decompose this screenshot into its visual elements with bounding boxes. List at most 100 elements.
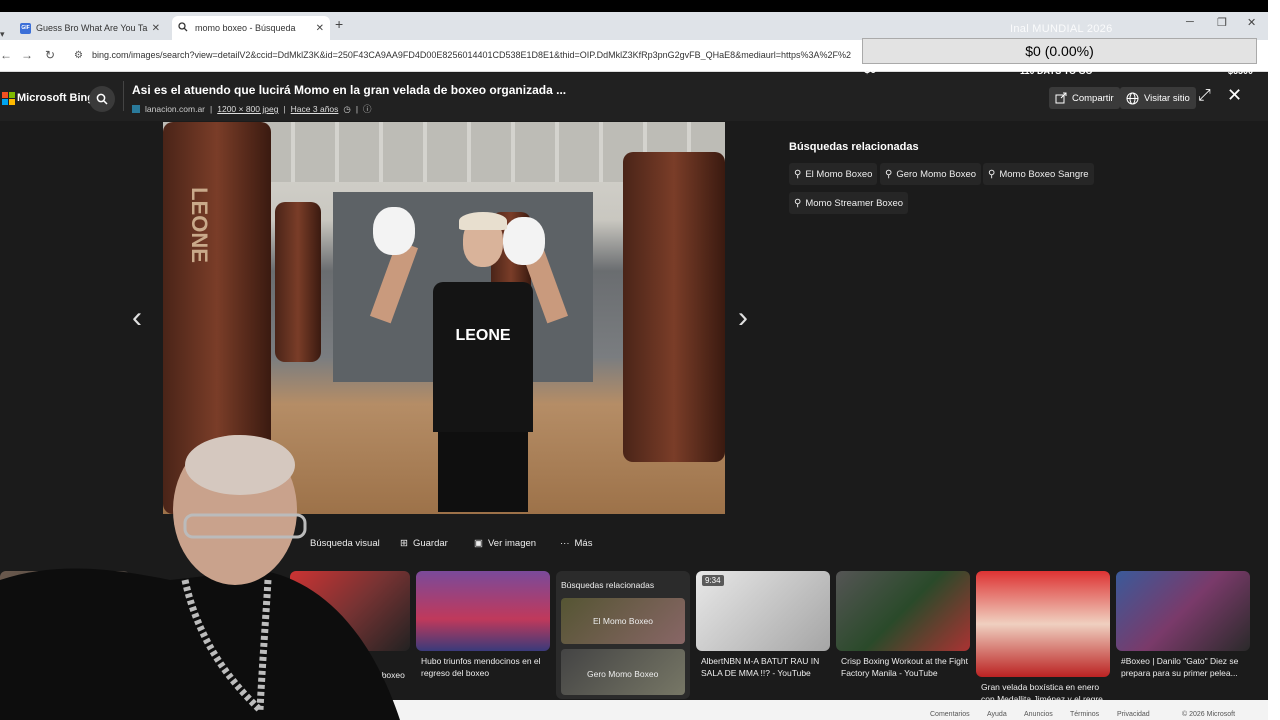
- related-panel-item-label: El Momo Boxeo: [593, 616, 653, 626]
- previous-image-icon[interactable]: ‹: [132, 301, 142, 335]
- back-icon[interactable]: ←: [0, 48, 12, 62]
- clock-icon: ◷: [343, 103, 351, 114]
- search-icon: ⚲: [988, 168, 996, 180]
- thumbnail[interactable]: [976, 571, 1110, 677]
- tab-search[interactable]: momo boxeo - Búsqueda ✕: [172, 16, 330, 40]
- search-icon: ⚲: [794, 168, 802, 180]
- more-icon: ···: [560, 538, 570, 549]
- search-button[interactable]: [89, 86, 115, 112]
- overlay-days: 110 DAYS TO GO: [1020, 66, 1093, 76]
- meta-separator: |: [283, 104, 286, 114]
- footer-copyright: © 2026 Microsoft: [1182, 711, 1236, 718]
- shirt-logo: LEONE: [455, 327, 511, 344]
- forward-icon[interactable]: →: [21, 48, 33, 62]
- related-chip[interactable]: ⚲ Momo Streamer Boxeo: [789, 192, 909, 214]
- source-favicon-icon: [132, 105, 140, 113]
- related-searches-panel: Búsquedas relacionadas El Momo Boxeo Ger…: [556, 571, 690, 699]
- tab-title: Guess Bro What Are You Talkin: [36, 23, 148, 33]
- boxer-shorts: [438, 432, 528, 512]
- more-action[interactable]: ··· Más: [560, 538, 592, 549]
- overlay-value: $0 (0.00%): [1025, 43, 1094, 59]
- tab-list-chevron-icon[interactable]: ▾: [0, 29, 5, 40]
- screen: { "browser": { "tabs": [ {"title": "Gues…: [0, 0, 1280, 720]
- related-chip[interactable]: ⚲ El Momo Boxeo: [789, 163, 878, 185]
- thumbnail-caption[interactable]: AlbertNBN M-A BATUT RAU IN SALA DE MMA !!…: [701, 655, 819, 679]
- video-duration: 9:34: [702, 575, 724, 586]
- view-image-action[interactable]: ▣ Ver imagen: [474, 538, 536, 549]
- search-icon: [96, 93, 108, 105]
- visit-label: Visitar sitio: [1144, 92, 1190, 104]
- close-viewer-icon[interactable]: ✕: [1227, 85, 1242, 106]
- chip-label: Momo Boxeo Sangre: [999, 168, 1089, 180]
- footer-link[interactable]: Anuncios: [1024, 711, 1053, 718]
- stream-overlay-progress: $0 (0.00%): [862, 38, 1257, 64]
- save-icon: ⊞: [400, 538, 408, 549]
- close-tab-icon[interactable]: ✕: [152, 23, 160, 34]
- expand-icon[interactable]: ⤢: [1198, 87, 1211, 105]
- thumbnail-caption[interactable]: Crisp Boxing Workout at the Fight Factory…: [841, 655, 968, 679]
- share-button[interactable]: Compartir: [1049, 87, 1120, 109]
- footer-link[interactable]: Ayuda: [987, 711, 1007, 718]
- gif-favicon-icon: GIF: [20, 22, 31, 34]
- minimize-icon[interactable]: ─: [1186, 16, 1194, 28]
- related-panel-item[interactable]: El Momo Boxeo: [561, 598, 685, 644]
- overlay-right-amount: $6500: [1228, 66, 1254, 76]
- stream-overlay-title: Inal MUNDIAL 2026: [1010, 23, 1113, 35]
- action-label: Más: [574, 538, 593, 549]
- new-tab-button[interactable]: +: [335, 16, 343, 32]
- action-label: Guardar: [412, 538, 448, 549]
- footer-link[interactable]: Privacidad: [1117, 711, 1150, 718]
- reload-icon[interactable]: ↻: [45, 48, 55, 62]
- meta-separator: |: [355, 104, 359, 114]
- tab-title: momo boxeo - Búsqueda: [195, 23, 296, 33]
- maximize-icon[interactable]: ❐: [1217, 16, 1227, 29]
- footer-link[interactable]: Términos: [1070, 711, 1099, 718]
- thumbnail[interactable]: [836, 571, 970, 651]
- save-action[interactable]: ⊞ Guardar: [400, 538, 448, 549]
- window-edge: [1268, 0, 1280, 720]
- punching-bag: [623, 152, 725, 462]
- info-icon[interactable]: ⓘ: [363, 103, 372, 115]
- search-icon: ⚲: [794, 197, 802, 209]
- age-link[interactable]: Hace 3 años: [291, 104, 339, 114]
- footer-link[interactable]: Comentarios: [930, 711, 970, 718]
- thumbnail[interactable]: [1116, 571, 1250, 651]
- source-link[interactable]: lanacion.com.ar: [145, 104, 205, 114]
- tab-gif[interactable]: GIF Guess Bro What Are You Talkin ✕: [14, 16, 166, 40]
- punching-bag: [275, 202, 321, 362]
- dimensions-link[interactable]: 1200 × 800 jpeg: [217, 104, 278, 114]
- url-field[interactable]: bing.com/images/search?view=detailV2&cci…: [92, 50, 872, 60]
- bag-brand: LEONE: [186, 187, 212, 263]
- microsoft-logo-icon: [2, 92, 15, 105]
- related-panel-title: Búsquedas relacionadas: [561, 580, 655, 590]
- window-close-icon[interactable]: ✕: [1247, 16, 1256, 29]
- related-searches-title: Búsquedas relacionadas: [789, 141, 919, 153]
- chip-label: Gero Momo Boxeo: [896, 168, 977, 180]
- related-panel-item[interactable]: Gero Momo Boxeo: [561, 649, 685, 695]
- boxing-glove: [373, 207, 415, 255]
- boxer-shirt: [433, 282, 533, 432]
- related-chip[interactable]: ⚲ Gero Momo Boxeo: [880, 163, 982, 185]
- action-label: Ver imagen: [487, 538, 537, 549]
- thumbnail-caption[interactable]: #Boxeo | Danilo "Gato" Diez se prepara pa…: [1121, 655, 1238, 679]
- thumbnail[interactable]: [416, 571, 550, 651]
- search-icon: ⚲: [885, 168, 893, 180]
- chip-label: El Momo Boxeo: [805, 168, 873, 180]
- image-meta: lanacion.com.ar | 1200 × 800 jpeg | Hace…: [132, 103, 372, 115]
- streamer-webcam-image: [0, 435, 400, 720]
- globe-icon: [1126, 92, 1139, 104]
- share-label: Compartir: [1072, 92, 1114, 104]
- top-strip: [0, 0, 1280, 12]
- site-info-icon[interactable]: ⚙: [74, 50, 83, 61]
- thumbnail-caption[interactable]: Hubo triunfos mendocinos en el regreso de…: [421, 655, 541, 679]
- boxer: LEONE: [423, 212, 543, 512]
- related-chip[interactable]: ⚲ Momo Boxeo Sangre: [983, 163, 1094, 185]
- overlay-left-amount: $0: [864, 64, 877, 76]
- close-tab-icon[interactable]: ✕: [316, 23, 324, 34]
- thumbnail[interactable]: 9:34: [696, 571, 830, 651]
- visit-site-button[interactable]: Visitar sitio: [1120, 87, 1196, 109]
- image-title[interactable]: Asi es el atuendo que lucirá Momo en la …: [132, 83, 566, 97]
- bing-brand[interactable]: Microsoft Bing: [17, 92, 94, 104]
- next-image-icon[interactable]: ›: [738, 301, 748, 335]
- chip-label: Momo Streamer Boxeo: [805, 197, 904, 209]
